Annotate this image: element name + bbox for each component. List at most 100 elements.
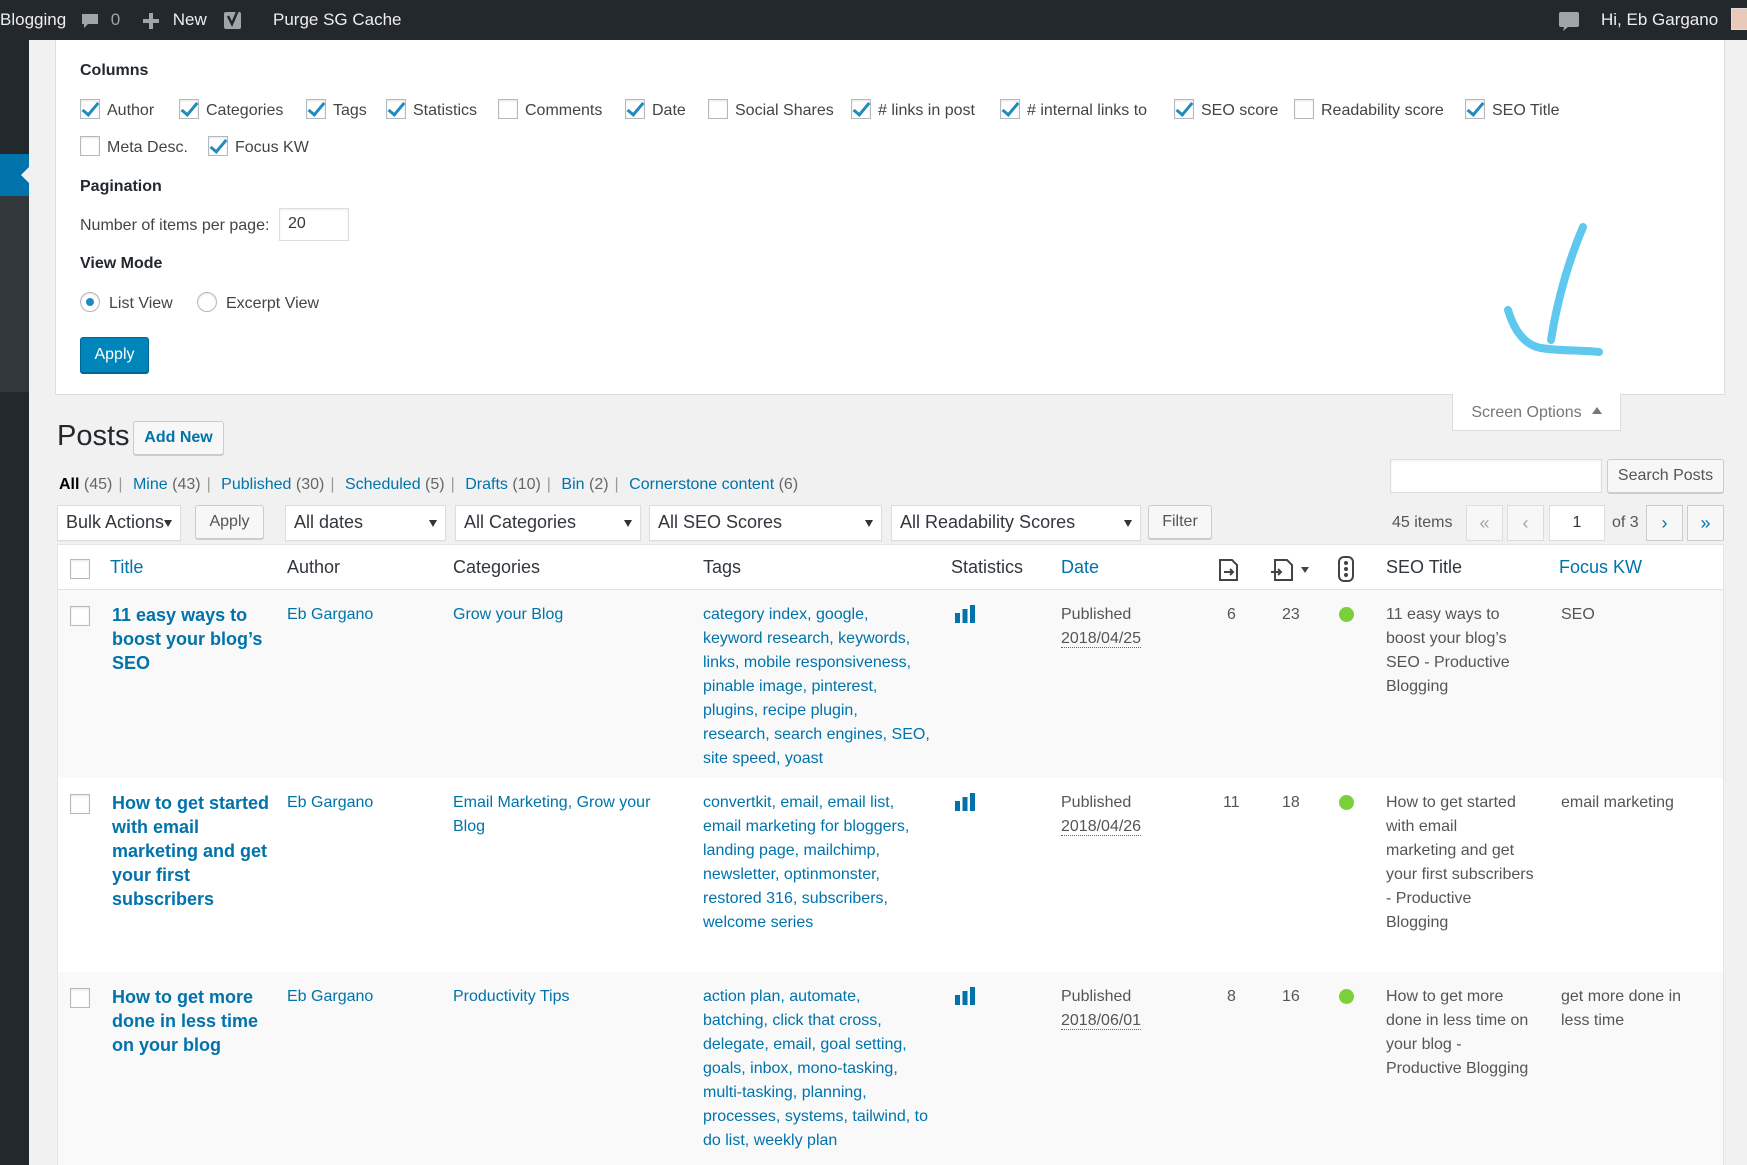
post-categories[interactable]: Email Marketing, Grow your Blog bbox=[453, 791, 650, 839]
notification-link[interactable] bbox=[1558, 0, 1580, 40]
column-toggle-links-in-post[interactable]: # links in post bbox=[851, 98, 975, 122]
comment-bubble-icon bbox=[82, 13, 98, 28]
column-toggle-statistics[interactable]: Statistics bbox=[386, 98, 477, 122]
seo-score-filter-select[interactable]: All SEO Scores bbox=[649, 505, 882, 541]
checkbox-label: Focus KW bbox=[235, 139, 309, 156]
bulk-apply-button[interactable]: Apply bbox=[195, 505, 264, 539]
checkbox[interactable] bbox=[208, 135, 228, 156]
focus-kw-text: get more done in less time bbox=[1561, 988, 1682, 1029]
next-page-button[interactable]: › bbox=[1646, 505, 1683, 541]
total-pages-label: of 3 bbox=[1612, 514, 1639, 531]
view-all[interactable]: All (45) bbox=[59, 476, 112, 493]
radio-button[interactable] bbox=[80, 291, 100, 312]
checkbox[interactable] bbox=[386, 98, 406, 119]
prev-page-button[interactable]: ‹ bbox=[1507, 505, 1544, 541]
checkbox[interactable] bbox=[851, 98, 871, 119]
select-all-checkbox[interactable] bbox=[70, 559, 90, 579]
post-categories[interactable]: Productivity Tips bbox=[453, 985, 569, 1009]
checkbox[interactable] bbox=[1294, 98, 1314, 119]
post-title-link[interactable]: How to get started with email marketing an… bbox=[112, 791, 269, 911]
last-page-button[interactable]: » bbox=[1687, 505, 1724, 541]
seo-score-dot bbox=[1339, 989, 1354, 1004]
checkbox[interactable] bbox=[80, 135, 100, 156]
post-author-link[interactable]: Eb Gargano bbox=[287, 791, 373, 815]
view-mode-list[interactable]: List View bbox=[80, 291, 173, 315]
view-mode-excerpt[interactable]: Excerpt View bbox=[197, 291, 319, 315]
checkbox[interactable] bbox=[498, 98, 518, 119]
screen-options-tab[interactable]: Screen Options bbox=[1452, 394, 1621, 431]
view-mine[interactable]: Mine (43) bbox=[133, 476, 201, 493]
purge-cache-link[interactable]: Purge SG Cache bbox=[273, 0, 402, 40]
view-scheduled[interactable]: Scheduled (5) bbox=[345, 476, 445, 493]
column-toggle-author[interactable]: Author bbox=[80, 98, 154, 122]
column-toggle-internal-links[interactable]: # internal links to bbox=[1000, 98, 1148, 122]
table-row: How to get started with email marketing an… bbox=[58, 778, 1723, 972]
checkbox[interactable] bbox=[80, 98, 100, 119]
view-published[interactable]: Published (30) bbox=[221, 476, 324, 493]
items-count: 45 items bbox=[1392, 514, 1453, 531]
checkbox[interactable] bbox=[179, 98, 199, 119]
column-header-title[interactable]: Title bbox=[110, 545, 143, 589]
new-content-link[interactable]: New bbox=[142, 0, 207, 40]
checkbox[interactable] bbox=[1000, 98, 1020, 119]
column-header-links-in-post[interactable] bbox=[1216, 557, 1242, 586]
view-bin[interactable]: Bin (2) bbox=[561, 476, 608, 493]
bulk-actions-select[interactable]: Bulk Actions bbox=[57, 505, 181, 541]
checkbox[interactable] bbox=[306, 98, 326, 119]
statistics-bar-icon[interactable] bbox=[954, 604, 976, 624]
add-new-button[interactable]: Add New bbox=[133, 421, 224, 455]
checkbox[interactable] bbox=[708, 98, 728, 119]
post-author-link[interactable]: Eb Gargano bbox=[287, 985, 373, 1009]
checkbox[interactable] bbox=[1174, 98, 1194, 119]
post-author-link[interactable]: Eb Gargano bbox=[287, 603, 373, 627]
post-tags[interactable]: action plan, automate, batching, click th… bbox=[703, 985, 928, 1153]
column-toggle-tags[interactable]: Tags bbox=[306, 98, 367, 122]
internal-links-count: 23 bbox=[1282, 606, 1300, 623]
current-page-input[interactable]: 1 bbox=[1549, 505, 1605, 541]
statistics-bar-icon[interactable] bbox=[954, 792, 976, 812]
column-header-seo-score[interactable] bbox=[1337, 556, 1355, 585]
search-posts-button[interactable]: Search Posts bbox=[1607, 459, 1724, 493]
column-header-date[interactable]: Date bbox=[1061, 545, 1099, 589]
column-toggle-comments[interactable]: Comments bbox=[498, 98, 602, 122]
row-checkbox[interactable] bbox=[70, 988, 90, 1008]
post-title-link[interactable]: How to get more done in less time on your … bbox=[112, 985, 258, 1057]
column-toggle-seo-title[interactable]: SEO Title bbox=[1465, 98, 1560, 122]
account-link[interactable]: Hi, Eb Gargano bbox=[1601, 0, 1747, 40]
readability-filter-select[interactable]: All Readability Scores bbox=[891, 505, 1141, 541]
column-toggle-seo-score[interactable]: SEO score bbox=[1174, 98, 1278, 122]
column-header-focus-kw[interactable]: Focus KW bbox=[1559, 545, 1642, 589]
post-title-link[interactable]: 11 easy ways to boost your blog’s SEO bbox=[112, 603, 262, 675]
column-header-internal-links[interactable] bbox=[1269, 557, 1310, 586]
category-filter-select[interactable]: All Categories bbox=[455, 505, 641, 541]
row-checkbox[interactable] bbox=[70, 606, 90, 626]
row-checkbox[interactable] bbox=[70, 794, 90, 814]
view-drafts[interactable]: Drafts (10) bbox=[465, 476, 541, 493]
items-per-page-input[interactable]: 20 bbox=[279, 208, 349, 241]
menu-item-posts[interactable] bbox=[0, 154, 29, 196]
comments-link[interactable]: 0 bbox=[80, 0, 120, 40]
column-toggle-social-shares[interactable]: Social Shares bbox=[708, 98, 834, 122]
checkbox[interactable] bbox=[1465, 98, 1485, 119]
column-toggle-date[interactable]: Date bbox=[625, 98, 686, 122]
column-toggle-meta-desc[interactable]: Meta Desc. bbox=[80, 135, 188, 159]
current-menu-arrow bbox=[21, 167, 29, 183]
column-toggle-categories[interactable]: Categories bbox=[179, 98, 283, 122]
radio-button[interactable] bbox=[197, 291, 217, 312]
checkbox-label: # internal links to bbox=[1027, 102, 1148, 119]
yoast-menu-link[interactable] bbox=[223, 0, 245, 40]
view-cornerstone[interactable]: Cornerstone content (6) bbox=[629, 476, 798, 493]
screen-options-apply-button[interactable]: Apply bbox=[80, 337, 149, 373]
statistics-bar-icon[interactable] bbox=[954, 986, 976, 1006]
checkbox[interactable] bbox=[625, 98, 645, 119]
date-filter-select[interactable]: All dates bbox=[285, 505, 446, 541]
search-posts-input[interactable] bbox=[1390, 459, 1602, 493]
post-categories[interactable]: Grow your Blog bbox=[453, 603, 563, 627]
column-toggle-focus-kw[interactable]: Focus KW bbox=[208, 135, 309, 159]
filter-button[interactable]: Filter bbox=[1148, 505, 1212, 539]
first-page-button[interactable]: « bbox=[1466, 505, 1503, 541]
post-tags[interactable]: category index, google, keyword research,… bbox=[703, 603, 930, 771]
site-name-link[interactable]: Blogging bbox=[0, 0, 66, 40]
column-toggle-readability[interactable]: Readability score bbox=[1294, 98, 1444, 122]
post-tags[interactable]: convertkit, email, email list, email mark… bbox=[703, 791, 909, 935]
